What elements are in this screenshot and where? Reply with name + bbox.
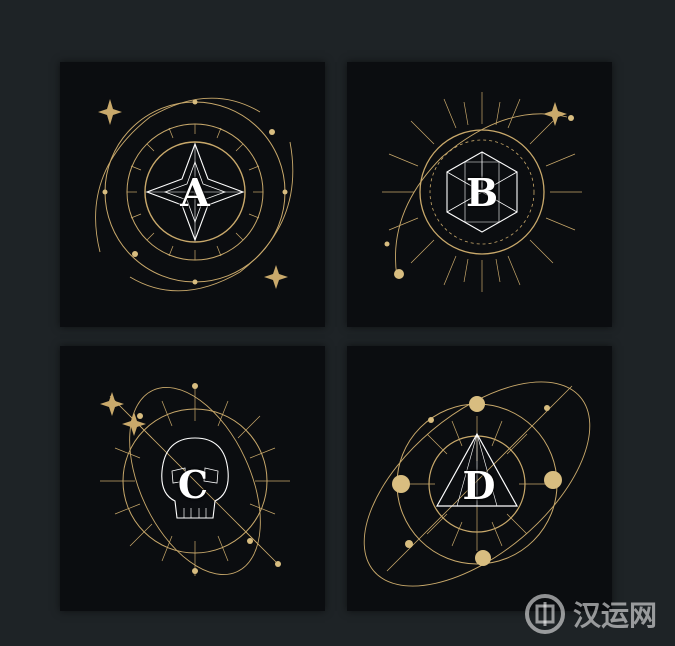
watermark: 汉运网	[523, 592, 657, 636]
card-c-letter: C	[177, 462, 209, 507]
card-d[interactable]: D	[347, 346, 612, 611]
card-c[interactable]: C	[60, 346, 325, 611]
card-d-letter: D	[462, 463, 496, 508]
card-b[interactable]: B	[347, 62, 612, 327]
watermark-logo-icon	[524, 594, 565, 634]
card-a-letter: A	[180, 170, 210, 215]
card-b-letter: B	[465, 170, 499, 215]
watermark-text: 汉运网	[572, 599, 657, 632]
card-a[interactable]: A	[60, 62, 325, 327]
